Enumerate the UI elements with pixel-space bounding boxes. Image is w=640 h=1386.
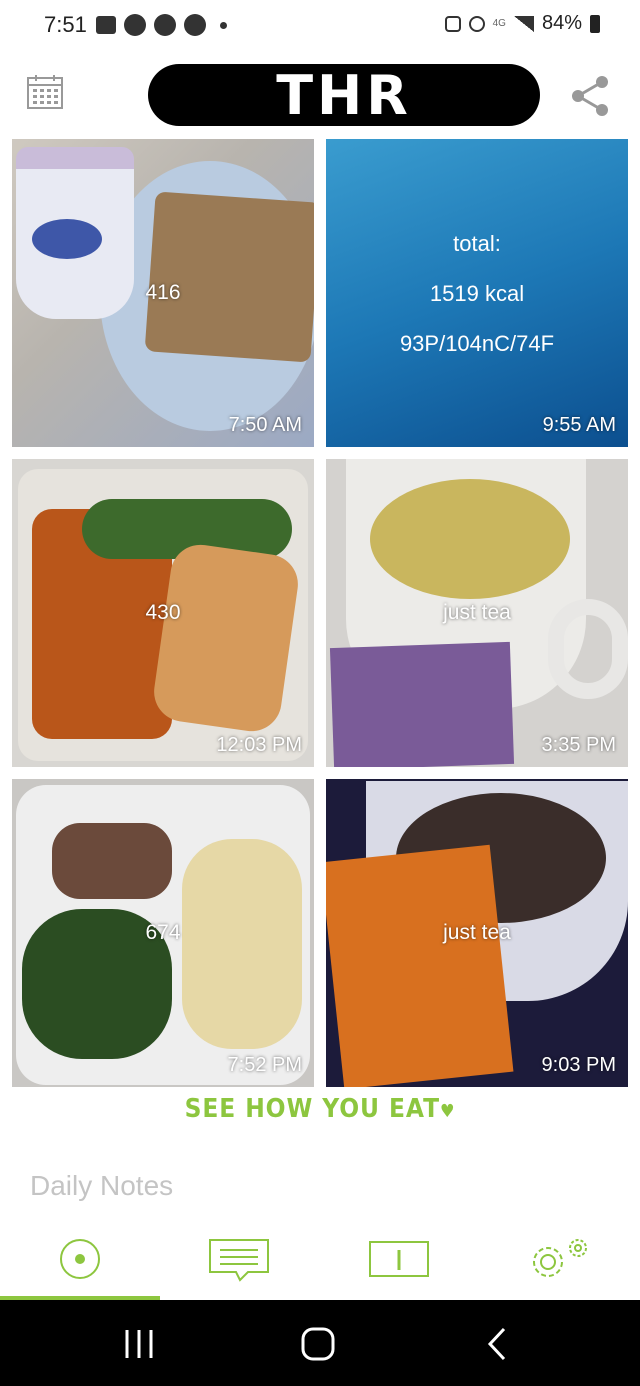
check-notification-icon [154,14,176,36]
entry-time: 9:03 PM [541,1054,616,1076]
status-time: 7:51 [44,12,87,37]
bottom-tab-bar [0,1222,640,1300]
network-type: 4G [492,18,506,29]
entry-calories: 416 [145,281,181,304]
app-title: THR [148,63,540,127]
entry-calories: just tea [443,601,511,624]
battery-icon [590,14,600,33]
heart-icon: ♥ [439,1101,456,1122]
alarm-icon [468,15,485,32]
circle-dot-icon[interactable] [58,1234,102,1284]
meal-entry[interactable]: 430 12:03 PM [12,459,314,767]
entry-time: 3:35 PM [541,734,616,756]
signal-icon [513,15,534,32]
tagline-text: SEE HOW YOU EAT [184,1094,440,1124]
entry-time: 7:52 PM [227,1054,302,1076]
summary-macros: 93P/104nC/74F [399,331,555,356]
title-text: THR [276,63,412,127]
entry-time: 7:50 AM [228,414,302,436]
home-icon[interactable] [300,1326,336,1362]
entry-calories: 430 [145,601,181,624]
summary-time: 9:55 AM [542,414,616,436]
status-bar: 7:51 4G 84% [0,0,640,52]
notification-icons [96,14,227,36]
daily-notes-field[interactable]: Daily Notes [30,1170,173,1202]
entry-calories: 674 [145,921,181,944]
meal-entry[interactable]: 416 7:50 AM [12,139,314,447]
entry-calories: just tea [443,921,511,944]
meal-entry[interactable]: just tea 3:35 PM [326,459,628,767]
calendar-icon[interactable] [26,74,64,110]
meal-entry[interactable]: 674 7:52 PM [12,779,314,1087]
summary-kcal: 1519 kcal [429,281,525,306]
check-notification-icon [184,14,206,36]
settings-gear-icon[interactable] [526,1234,596,1284]
recent-apps-icon[interactable] [122,1326,156,1362]
system-icons: 4G 84% [444,12,600,35]
back-icon[interactable] [486,1326,508,1362]
meal-entry[interactable]: just tea 9:03 PM [326,779,628,1087]
chat-notification-icon [96,16,116,34]
info-icon[interactable] [368,1234,430,1284]
battery-percent: 84% [541,12,582,34]
share-icon[interactable] [570,74,610,118]
summary-label: total: [453,231,501,256]
app-header: THR [0,56,640,134]
entry-time: 12:03 PM [216,734,302,756]
lock-icon [444,15,461,32]
tagline: SEE HOW YOU EAT♥ [32,1094,608,1124]
check-notification-icon [124,14,146,36]
daily-summary[interactable]: total: 1519 kcal 93P/104nC/74F 9:55 AM [326,139,628,447]
message-icon[interactable] [208,1234,270,1284]
system-navigation-bar [0,1300,640,1386]
more-notifications-icon [220,21,227,29]
